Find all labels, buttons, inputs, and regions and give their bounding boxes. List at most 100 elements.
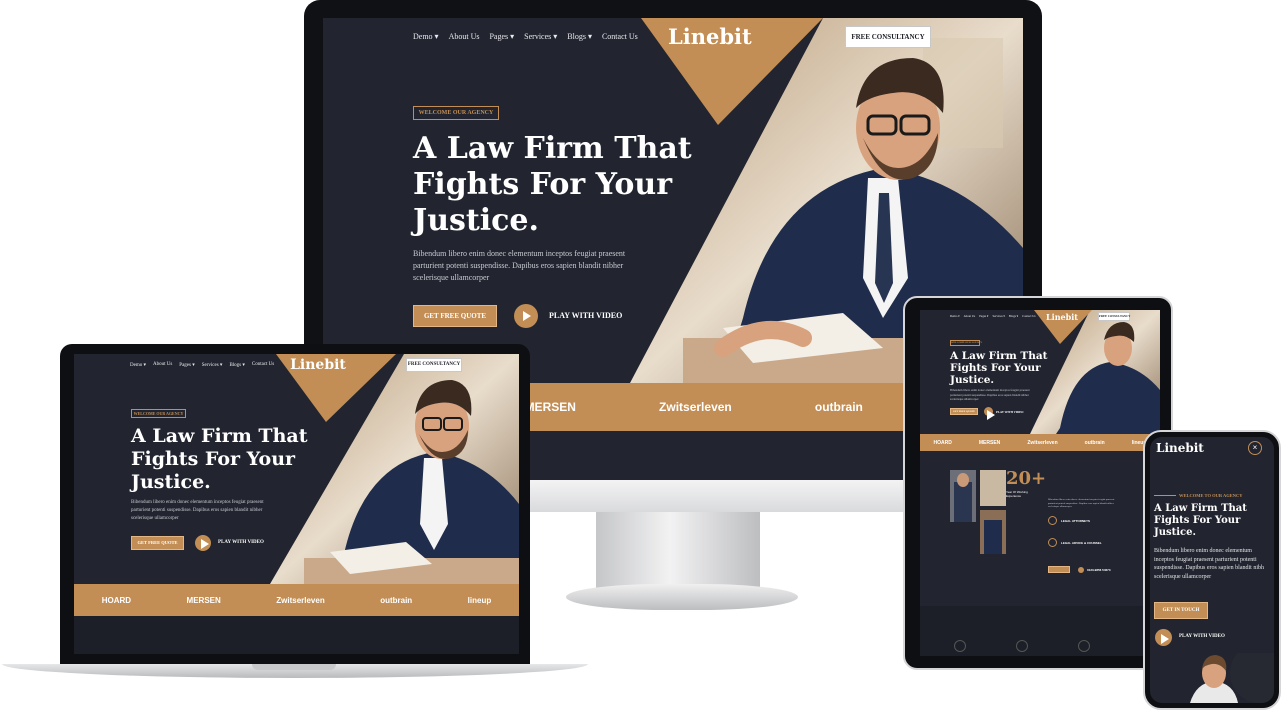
headline-line-3: Justice.: [131, 471, 211, 493]
play-video-label[interactable]: PLAY WITH VIDEO: [1179, 634, 1225, 639]
laptop-lower-section: [74, 616, 519, 654]
logo-strip: HOARD MERSEN Zwitserleven outbrain lineu…: [920, 434, 1160, 451]
nav-item-demo[interactable]: Demo ▾: [130, 362, 146, 368]
free-consultancy-button[interactable]: FREE CONSULTANCY: [1098, 312, 1130, 321]
monitor-stand-base: [566, 584, 798, 610]
phone-contact: 0123-9856 54673: [1078, 567, 1111, 573]
logo-mersen: MERSEN: [978, 439, 1001, 446]
play-video-label[interactable]: PLAY WITH VIDEO: [996, 410, 1024, 414]
headline-line-1: A Law Firm That: [950, 350, 1048, 362]
monitor-nav: Demo ▾ About Us Pages ▾ Services ▾ Blogs…: [413, 32, 638, 41]
brand-logo[interactable]: Linebit: [288, 357, 348, 373]
nav-item-pages[interactable]: Pages ▾: [979, 314, 988, 318]
headline-line-2: Fights For Your: [413, 167, 673, 202]
play-video-label[interactable]: PLAY WITH VIDEO: [549, 311, 622, 320]
play-icon[interactable]: [195, 535, 211, 551]
headline-line-1: A Law Firm That: [131, 425, 308, 447]
free-consultancy-button[interactable]: FREE CONSULTANCY: [406, 358, 462, 372]
hero-paragraph: Bibendum libero enim donec elementum inc…: [950, 388, 1030, 401]
hero-paragraph: Bibendum libero enim donec elementum inc…: [131, 500, 264, 521]
hero-paragraph: Bibendum libero enim donec elementum inc…: [413, 249, 626, 282]
service-icon-3: [1078, 640, 1090, 652]
welcome-tag: WELCOME OUR AGENCY: [413, 106, 499, 120]
phone-screen: Linebit × WELCOME TO OUR AGENCY A Law Fi…: [1150, 437, 1274, 703]
nav-item-services[interactable]: Services ▾: [524, 32, 557, 41]
get-in-touch-button[interactable]: GET IN TOUCH: [1154, 602, 1208, 619]
headline-line-3: Justice.: [413, 203, 539, 238]
logo-hoard: HOARD: [101, 595, 132, 605]
logo-zwitserleven: Zwitserleven: [276, 595, 325, 605]
read-more-button[interactable]: [1048, 566, 1070, 573]
laptop-notch: [252, 664, 336, 670]
get-free-quote-button[interactable]: GET FREE QUOTE: [131, 536, 184, 550]
stat-label: Year Of Working Experience: [1006, 490, 1028, 498]
headline-line-1: A Law Firm That: [413, 131, 692, 166]
nav-item-blogs[interactable]: Blogs ▾: [229, 362, 244, 368]
tag-line: [1154, 495, 1176, 496]
phone-icon: [1078, 567, 1084, 573]
attorney-icon: [1048, 516, 1057, 525]
get-free-quote-button[interactable]: GET FREE QUOTE: [950, 408, 978, 415]
logo-zwitserleven: Zwitserleven: [659, 400, 732, 414]
hero-headline: A Law Firm That Fights For Your Justice.: [950, 350, 1048, 386]
headline-line-1: A Law Firm That: [1154, 503, 1247, 514]
logo-strip: HOARD MERSEN Zwitserleven outbrain lineu…: [74, 584, 519, 616]
headline-line-3: Justice.: [950, 374, 995, 386]
logo-zwitserleven: Zwitserleven: [1027, 439, 1058, 446]
tablet-screen: Demo ▾ About Us Pages ▾ Services ▾ Blogs…: [920, 310, 1160, 656]
phone-portrait: [1190, 653, 1274, 703]
stat-number: 20+: [1006, 468, 1047, 489]
headline-line-2: Fights For Your: [131, 448, 296, 470]
nav-item-about[interactable]: About Us: [964, 314, 976, 318]
welcome-tag: WELCOME OUR AGENCY: [950, 340, 983, 346]
logo-outbrain: outbrain: [380, 595, 413, 605]
nav-item-pages[interactable]: Pages ▾: [489, 32, 514, 41]
brand-logo[interactable]: Linebit: [1156, 441, 1216, 455]
about-photos: [950, 470, 1006, 554]
headline-line-2: Fights For Your: [950, 362, 1041, 374]
logo-lineup: lineup: [467, 595, 492, 605]
welcome-tag: WELCOME OUR AGENCY: [131, 409, 186, 418]
service-icon-2: [1016, 640, 1028, 652]
nav-item-about[interactable]: About Us: [449, 32, 480, 41]
service-icon-1: [954, 640, 966, 652]
get-free-quote-button[interactable]: GET FREE QUOTE: [413, 305, 497, 327]
feature-legal-advice: LEGAL ADVICE & COUNSEL: [1048, 538, 1102, 547]
logo-mersen: MERSEN: [186, 595, 221, 605]
nav-item-blogs[interactable]: Blogs ▾: [1009, 314, 1018, 318]
close-icon[interactable]: ×: [1248, 441, 1262, 455]
brand-logo[interactable]: Linebit: [1034, 312, 1090, 322]
nav-item-about[interactable]: About Us: [153, 362, 172, 368]
hero-headline: A Law Firm That Fights For Your Justice.: [131, 425, 307, 494]
laptop-screen: Demo ▾ About Us Pages ▾ Services ▾ Blogs…: [74, 354, 519, 654]
nav-item-demo[interactable]: Demo ▾: [950, 314, 960, 318]
logo-outbrain: outbrain: [1084, 439, 1105, 446]
nav-item-contact[interactable]: Contact Us: [252, 362, 274, 368]
play-icon[interactable]: [1155, 629, 1172, 646]
play-icon[interactable]: [984, 407, 996, 420]
logo-outbrain: outbrain: [814, 400, 863, 414]
play-video-label[interactable]: PLAY WITH VIDEO: [218, 540, 264, 545]
phone-headline: A Law Firm That Fights For Your Justice.: [1154, 503, 1247, 539]
phone-tag: WELCOME TO OUR AGENCY: [1154, 493, 1242, 498]
nav-item-services[interactable]: Services ▾: [202, 362, 223, 368]
logo-mersen: MERSEN: [524, 400, 576, 414]
laptop-nav: Demo ▾ About Us Pages ▾ Services ▾ Blogs…: [130, 362, 274, 368]
hero-headline: A Law Firm That Fights For Your Justice.: [413, 131, 692, 239]
feature-legal-attorneys: LEGAL ATTORNEYS: [1048, 516, 1090, 525]
headline-line-2: Fights For Your: [1154, 515, 1241, 526]
nav-item-contact[interactable]: Contact Us: [602, 32, 638, 41]
phone-paragraph: Bibendum libero enim donec elementum inc…: [1154, 548, 1264, 580]
headline-line-3: Justice.: [1154, 527, 1196, 538]
play-icon[interactable]: [514, 304, 538, 328]
about-paragraph: Bibendum libero enim donec elementum inc…: [1048, 498, 1115, 508]
logo-hoard: HOARD: [933, 439, 952, 446]
nav-item-pages[interactable]: Pages ▾: [179, 362, 194, 368]
free-consultancy-button[interactable]: FREE CONSULTANCY: [845, 26, 931, 48]
nav-item-blogs[interactable]: Blogs ▾: [567, 32, 592, 41]
tablet-nav: Demo ▾ About Us Pages ▾ Services ▾ Blogs…: [950, 314, 1036, 318]
brand-logo[interactable]: Linebit: [668, 24, 752, 49]
nav-item-services[interactable]: Services ▾: [992, 314, 1004, 318]
nav-item-demo[interactable]: Demo ▾: [413, 32, 439, 41]
advice-icon: [1048, 538, 1057, 547]
